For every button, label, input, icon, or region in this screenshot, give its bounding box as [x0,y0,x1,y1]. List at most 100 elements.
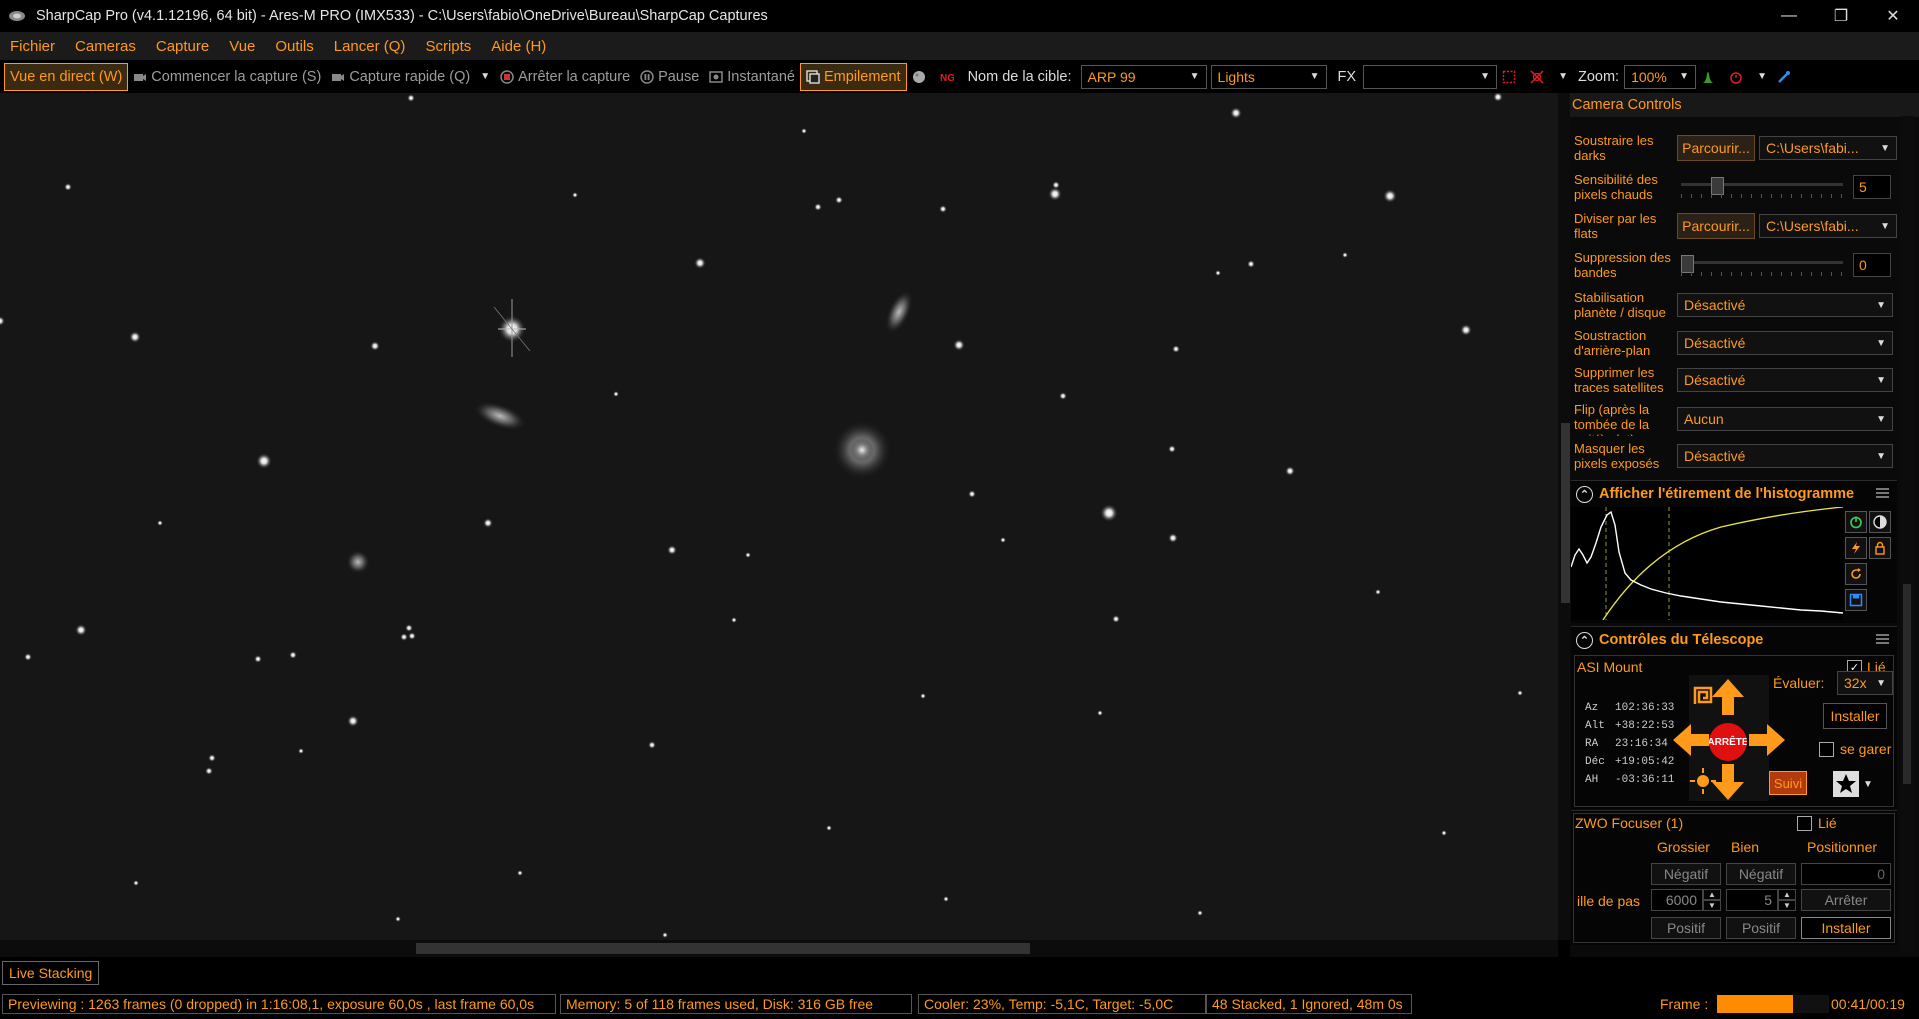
stop-capture-button[interactable]: Arrêter la capture [495,64,635,90]
fx-select[interactable]: ▼ [1363,64,1498,89]
panel-scrollbar[interactable] [1900,116,1914,954]
star-select[interactable]: ▼ [1833,771,1875,797]
hot-pixel-value[interactable]: 5 [1853,175,1891,199]
save-icon[interactable] [1845,589,1867,611]
focuser-install-button[interactable]: Installer [1801,917,1891,939]
selection-area-icon[interactable] [1497,64,1525,90]
arrow-up-icon[interactable] [1708,677,1748,720]
slider-handle[interactable] [1711,177,1724,195]
histogram-plot[interactable] [1571,507,1843,620]
coord-key: AH [1585,774,1599,786]
chevron-down-icon[interactable]: ▼ [1553,64,1573,90]
satellites-value: Désactivé [1684,372,1746,388]
snapshot-label: Instantané [727,68,795,85]
mask-select[interactable]: Désactivé ▼ [1677,444,1893,468]
planet-icon[interactable] [907,64,935,90]
mask-row: Masquer les pixels exposés Désactivé ▼ [1574,441,1904,471]
browse-flats-button[interactable]: Parcourir... [1677,213,1755,239]
snapshot-button[interactable]: Instantané [704,64,800,90]
lightning-icon[interactable] [1845,537,1867,559]
stop-mount-button[interactable]: ARRÊTE [1709,723,1747,761]
menu-fichier[interactable]: Fichier [0,38,65,55]
live-view-button[interactable]: Vue en direct (W) [4,62,129,91]
fine-step-value[interactable]: 5 [1726,889,1778,911]
coarse-negative-button[interactable]: Négatif [1651,863,1721,885]
rate-select[interactable]: 32x ▼ [1837,671,1893,695]
slider-ticks [1681,272,1843,276]
close-icon[interactable]: ✕ [1867,0,1919,32]
pause-button[interactable]: Pause [635,64,704,90]
hot-pixel-slider[interactable] [1681,175,1843,199]
minimize-icon[interactable]: — [1763,0,1815,32]
telescope-header[interactable]: ⌃ Contrôles du Télescope [1571,627,1897,653]
fine-positive-button[interactable]: Positif [1726,917,1796,939]
slider-ticks [1681,194,1843,198]
coarse-step-stepper[interactable]: 6000 ▲ ▼ [1651,889,1721,911]
lock-icon[interactable] [1869,537,1891,559]
tracking-button[interactable]: Suivi [1769,771,1807,795]
menu-vue[interactable]: Vue [219,38,265,55]
power-icon[interactable] [1845,511,1867,533]
horizontal-scroll-thumb[interactable] [416,943,1030,954]
histogram-header[interactable]: ⌃ Afficher l'étirement de l'histogramme [1571,481,1897,507]
contrast-icon[interactable] [1869,511,1891,533]
stepper-arrows-icon[interactable]: ▲ ▼ [1703,889,1721,911]
menu-aide[interactable]: Aide (H) [481,38,556,55]
banding-value[interactable]: 0 [1853,253,1891,277]
frame-time: 00:41/00:19 [1831,996,1905,1012]
satellites-select[interactable]: Désactivé ▼ [1677,368,1893,392]
quick-capture-button[interactable]: Capture rapide (Q) [326,64,475,90]
start-capture-label: Commencer la capture (S) [151,68,322,85]
chevron-down-icon[interactable]: ▼ [1752,64,1772,90]
browse-darks-button[interactable]: Parcourir... [1677,135,1755,161]
hamburger-menu-icon[interactable] [1876,488,1889,498]
collapse-icon[interactable]: ⌃ [1576,485,1593,503]
flip-select[interactable]: Aucun ▼ [1677,407,1893,431]
menu-scripts[interactable]: Scripts [415,38,481,55]
fine-negative-button[interactable]: Négatif [1726,863,1796,885]
hamburger-menu-icon[interactable] [1876,634,1889,644]
focuser-stop-button[interactable]: Arrêter [1801,889,1891,911]
menu-lancer[interactable]: Lancer (Q) [324,38,416,55]
park-checkbox[interactable]: se garer [1819,741,1891,757]
frame-type-select[interactable]: Lights ▼ [1210,64,1327,89]
position-value[interactable]: 0 [1801,863,1891,885]
annotate-icon[interactable]: NG [935,64,963,90]
zoom-select[interactable]: 100% ▼ [1624,64,1697,89]
fine-step-stepper[interactable]: 5 ▲ ▼ [1726,889,1796,911]
coarse-step-value[interactable]: 6000 [1651,889,1703,911]
sun-icon[interactable] [1689,767,1717,798]
focuser-linked-checkbox[interactable]: Lié [1797,815,1837,831]
banding-slider[interactable] [1681,253,1843,277]
start-capture-button[interactable]: Commencer la capture (S) [128,64,326,90]
stacking-button[interactable]: Empilement [800,62,907,91]
chevron-down-icon: ▼ [1309,71,1320,82]
stepper-arrows-icon[interactable]: ▲ ▼ [1778,889,1796,911]
menu-capture[interactable]: Capture [146,38,219,55]
coarse-positive-button[interactable]: Positif [1651,917,1721,939]
histogram-icon[interactable] [1696,64,1724,90]
stabilisation-select[interactable]: Désactivé ▼ [1677,293,1893,317]
darks-path-select[interactable]: C:\Users\fabi... ▼ [1759,136,1897,160]
main-toolbar: Vue en direct (W) Commencer la capture (… [0,60,1919,93]
panel-scroll-thumb[interactable] [1903,584,1911,784]
alarm-icon[interactable] [1724,64,1752,90]
collapse-icon[interactable]: ⌃ [1576,631,1593,649]
crosshair-icon[interactable] [1525,64,1553,90]
arrow-left-icon[interactable] [1671,720,1711,763]
menu-cameras[interactable]: Cameras [65,38,146,55]
restore-icon[interactable]: ❐ [1815,0,1867,32]
target-name-select[interactable]: ARP 99 ▼ [1080,64,1207,89]
chevron-down-icon[interactable]: ▼ [475,64,495,90]
flats-path-select[interactable]: C:\Users\fabi... ▼ [1759,214,1897,238]
mount-install-button[interactable]: Installer [1823,703,1887,729]
tools-icon[interactable] [1772,64,1800,90]
reset-icon[interactable] [1845,563,1867,585]
menu-outils[interactable]: Outils [265,38,323,55]
arrow-right-icon[interactable] [1747,720,1787,763]
image-viewport[interactable] [0,93,1558,940]
slider-handle[interactable] [1681,255,1694,273]
live-stacking-tab[interactable]: Live Stacking [2,961,100,985]
background-select[interactable]: Désactivé ▼ [1677,331,1893,355]
viewport-horizontal-scrollbar[interactable] [0,940,1558,957]
